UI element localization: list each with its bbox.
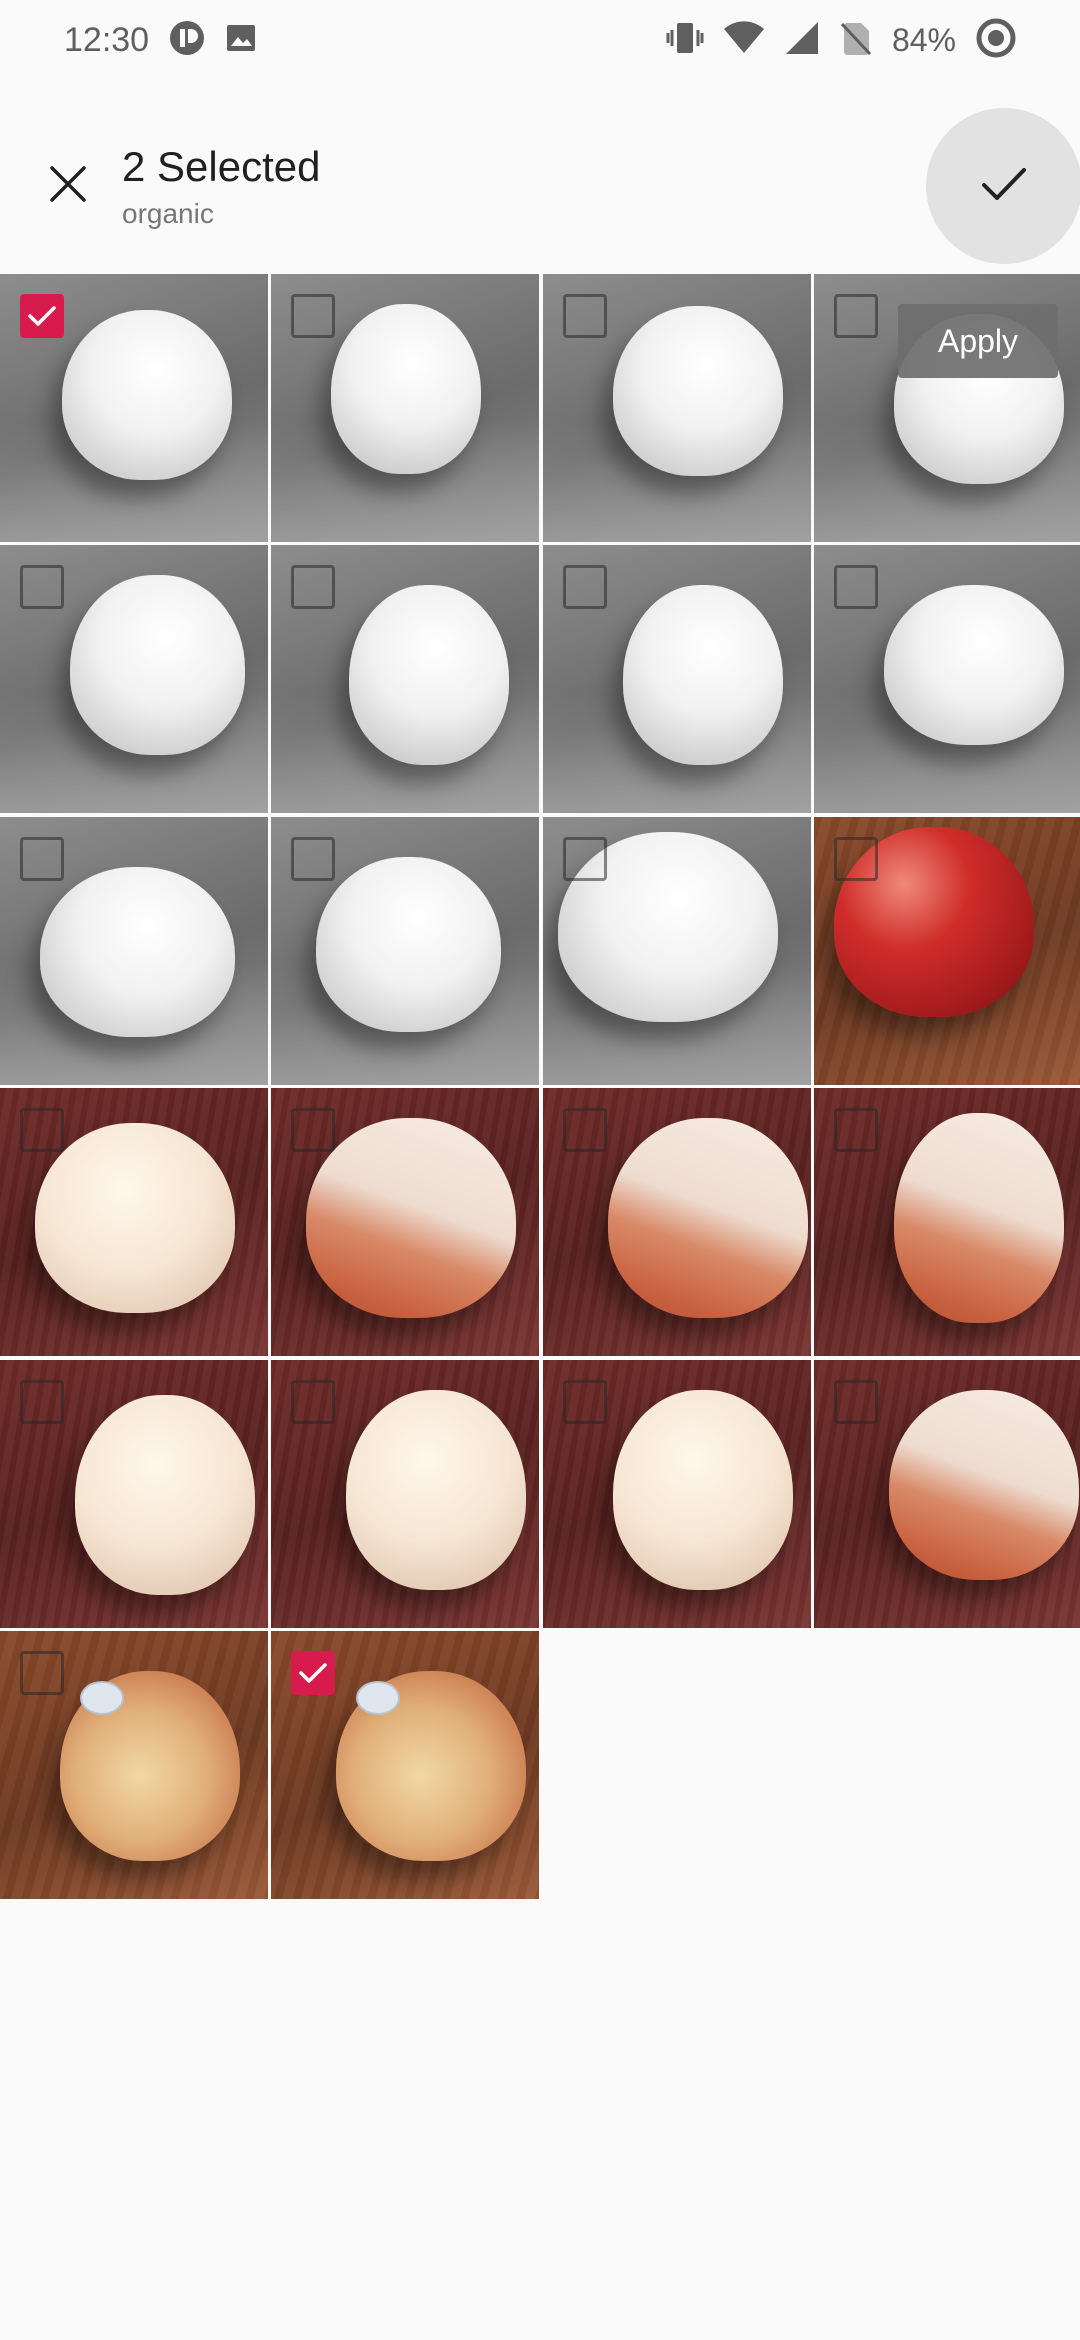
photo-tile[interactable]: [814, 816, 1080, 1085]
apple-photo: [349, 585, 510, 766]
photo-tile[interactable]: [814, 1359, 1080, 1628]
apple-photo: [612, 1389, 793, 1590]
photo-tile[interactable]: [0, 816, 268, 1085]
photo-tile[interactable]: [271, 816, 540, 1085]
select-checkbox[interactable]: [20, 836, 64, 881]
photo-tile[interactable]: [271, 1630, 540, 1899]
select-checkbox[interactable]: [291, 1379, 336, 1424]
battery-icon: [976, 18, 1016, 63]
apple-photo: [894, 1113, 1065, 1324]
checkmark-icon: [299, 1663, 328, 1683]
album-subtitle: organic: [122, 198, 214, 229]
select-checkbox[interactable]: [20, 565, 64, 610]
photo-tile[interactable]: [0, 1088, 268, 1357]
wifi-icon: [723, 20, 764, 60]
select-checkbox[interactable]: [562, 565, 607, 610]
photo-tile[interactable]: [814, 1088, 1080, 1357]
photo-tile[interactable]: [271, 1359, 540, 1628]
status-bar: 12:30 84%: [0, 0, 1080, 80]
photo-tile[interactable]: [542, 816, 811, 1085]
close-button[interactable]: [38, 156, 98, 216]
photo-tile[interactable]: [0, 1359, 268, 1628]
select-checkbox[interactable]: [291, 1108, 336, 1153]
apply-button[interactable]: Apply: [898, 304, 1058, 378]
apple-photo: [35, 1123, 235, 1314]
sticker-icon: [80, 1680, 124, 1715]
apple-photo: [331, 304, 482, 474]
select-checkbox[interactable]: [20, 1379, 64, 1424]
apple-photo: [346, 1389, 527, 1590]
select-checkbox[interactable]: [20, 1650, 64, 1695]
photo-tile[interactable]: [542, 1088, 811, 1357]
select-checkbox[interactable]: [291, 565, 336, 610]
apple-photo: [607, 1118, 808, 1319]
apple-photo: [40, 866, 235, 1037]
apple-photo: [622, 585, 783, 766]
photo-tile[interactable]: [271, 1088, 540, 1357]
apple-photo: [884, 585, 1065, 746]
select-checkbox[interactable]: [20, 294, 64, 338]
apple-photo: [306, 1118, 517, 1319]
select-checkbox[interactable]: [562, 836, 607, 881]
apple-photo: [316, 856, 502, 1032]
photo-tile[interactable]: [542, 274, 811, 542]
apple-photo: [889, 1389, 1080, 1580]
title-block: 2 Selected organic: [122, 143, 320, 233]
photo-tile[interactable]: [0, 545, 268, 814]
select-checkbox[interactable]: [562, 1108, 607, 1153]
select-checkbox[interactable]: [834, 836, 879, 881]
selection-count-title: 2 Selected: [122, 143, 321, 190]
gallery-icon: [225, 22, 257, 59]
app-icon: [169, 20, 205, 61]
sticker-icon: [356, 1680, 401, 1715]
close-icon: [48, 164, 88, 209]
photo-tile[interactable]: [271, 545, 540, 814]
photo-tile[interactable]: [542, 545, 811, 814]
apple-photo: [75, 1394, 255, 1595]
select-checkbox[interactable]: [291, 294, 336, 338]
check-icon: [980, 164, 1028, 209]
apple-photo: [612, 306, 783, 476]
signal-icon: [784, 20, 820, 61]
battery-percent: 84%: [891, 21, 956, 58]
select-checkbox[interactable]: [291, 1650, 336, 1695]
select-checkbox[interactable]: [834, 565, 879, 610]
selection-app-bar: 2 Selected organic: [0, 80, 1080, 270]
no-sim-icon: [840, 20, 872, 61]
select-checkbox[interactable]: [834, 1108, 879, 1153]
photo-tile[interactable]: [0, 274, 268, 542]
select-checkbox[interactable]: [291, 836, 336, 881]
photo-grid: [0, 274, 1080, 1899]
select-checkbox[interactable]: [20, 1108, 64, 1153]
confirm-button[interactable]: [926, 108, 1080, 264]
status-time: 12:30: [64, 20, 150, 59]
select-checkbox[interactable]: [834, 1379, 879, 1424]
apple-photo: [70, 575, 245, 756]
apple-photo: [62, 310, 232, 480]
checkmark-icon: [28, 306, 56, 326]
select-checkbox[interactable]: [562, 294, 607, 338]
select-checkbox[interactable]: [834, 294, 879, 338]
photo-tile[interactable]: [542, 1359, 811, 1628]
select-checkbox[interactable]: [562, 1379, 607, 1424]
vibrate-icon: [666, 20, 704, 61]
photo-tile[interactable]: [0, 1630, 268, 1899]
photo-tile[interactable]: [814, 545, 1080, 814]
photo-tile[interactable]: [271, 274, 540, 542]
